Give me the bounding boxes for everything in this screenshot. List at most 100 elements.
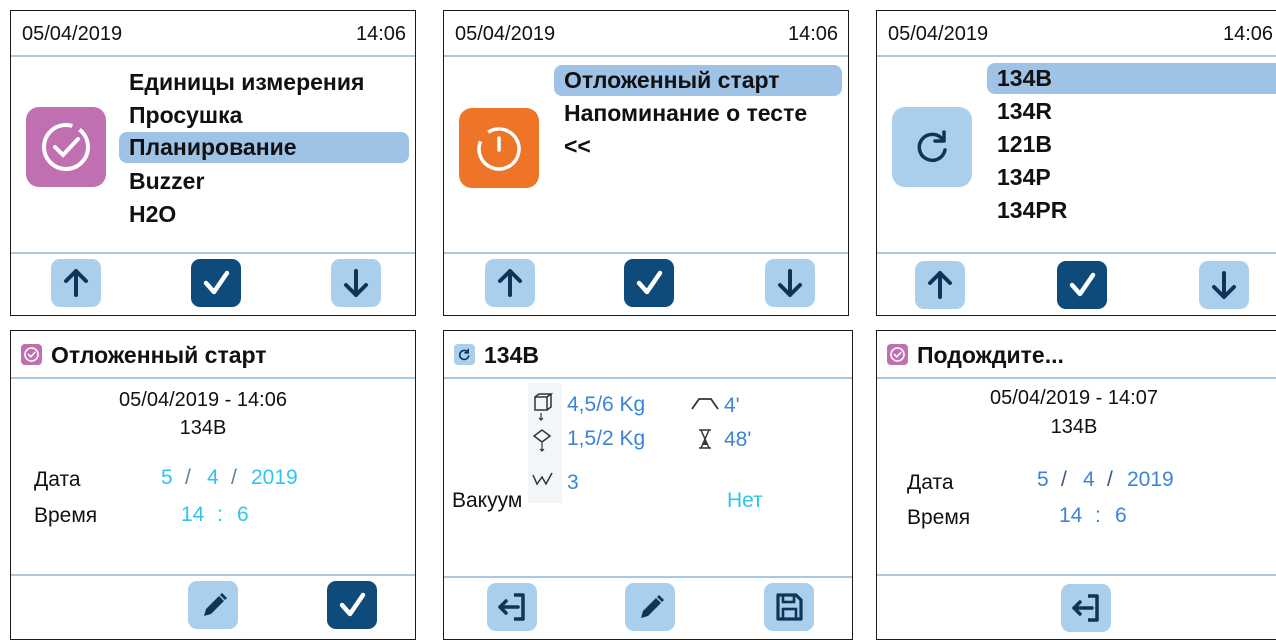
date-separator: / (185, 466, 191, 489)
footer-divider (444, 252, 848, 254)
status-bar: 05/04/2019 14:06 (877, 11, 1276, 57)
load-solid-value: 4,5/6 Kg (567, 393, 646, 416)
arrow-down-icon (1212, 271, 1236, 299)
menu-item-back[interactable]: << (554, 131, 591, 162)
time-label: Время (34, 504, 98, 527)
date-day: 5 (1037, 468, 1049, 491)
pencil-icon (204, 593, 227, 616)
date-day[interactable]: 5 (161, 466, 173, 490)
program-item-134r[interactable]: 134R (987, 96, 1052, 127)
planning-menu: Отложенный старт Напоминание о тесте << (554, 65, 846, 175)
time-separator: : (1095, 504, 1101, 527)
date-year[interactable]: 2019 (251, 466, 298, 490)
title-bar: Отложенный старт (11, 331, 415, 379)
status-time: 14:06 (356, 23, 407, 45)
confirm-button[interactable] (1057, 261, 1107, 309)
page-title: Подождите... (917, 342, 1064, 368)
up-button[interactable] (915, 261, 965, 309)
pencil-icon (641, 595, 664, 618)
back-button[interactable] (487, 583, 537, 631)
program-item-134b[interactable]: 134B (987, 63, 1276, 94)
footer-divider (877, 252, 1276, 254)
settings-menu: Единицы измерения Просушка Планирование … (119, 67, 411, 237)
program-item-134pr[interactable]: 134PR (987, 195, 1067, 226)
arrow-up-icon (928, 271, 952, 299)
arrow-down-icon (778, 269, 802, 297)
menu-item-h2o[interactable]: H2O (119, 199, 176, 230)
confirm-button[interactable] (624, 259, 674, 307)
status-date: 05/04/2019 (22, 23, 123, 45)
arrow-up-icon (498, 269, 522, 297)
back-icon (498, 593, 525, 621)
date-month[interactable]: 4 (207, 466, 219, 490)
check-icon (636, 270, 663, 295)
down-button[interactable] (331, 259, 381, 307)
status-time: 14:06 (1223, 23, 1274, 45)
load-porous-value: 1,5/2 Kg (567, 427, 646, 450)
hourglass-icon (699, 429, 711, 449)
menu-item-test-reminder[interactable]: Напоминание о тесте (554, 98, 807, 129)
program-item-134p[interactable]: 134P (987, 162, 1051, 193)
down-button[interactable] (765, 259, 815, 307)
up-button[interactable] (485, 259, 535, 307)
plateau-icon (691, 398, 719, 410)
screen-please-wait: Подождите... 05/04/2019 - 14:07 134B Дат… (876, 330, 1276, 640)
sterilization-time-value: 4' (724, 394, 740, 417)
date-separator: / (1107, 468, 1113, 491)
status-bar: 05/04/2019 14:06 (444, 11, 848, 57)
menu-item-delayed-start[interactable]: Отложенный старт (554, 65, 842, 96)
screen-delayed-start: Отложенный старт 05/04/2019 - 14:06 134B… (10, 330, 416, 640)
pulse-icon (532, 472, 553, 486)
edit-button[interactable] (188, 581, 238, 629)
page-title: 134B (484, 342, 539, 368)
screen-program-details: 134B 4,5/6 Kg 1,5/2 Kg 3 4' 48' Вакуум Н… (443, 330, 853, 640)
time-label: Время (907, 506, 971, 529)
arrow-up-icon (64, 269, 88, 297)
footer-divider (444, 576, 852, 578)
status-bar: 05/04/2019 14:06 (11, 11, 415, 57)
footer-divider (877, 574, 1276, 576)
confirm-button[interactable] (191, 259, 241, 307)
check-icon (1069, 272, 1096, 297)
page-title: Отложенный старт (51, 342, 267, 368)
time-separator: : (217, 503, 223, 526)
weight-box-icon (534, 393, 554, 421)
vacuum-label: Вакуум (452, 489, 523, 512)
refresh-icon (892, 107, 972, 187)
menu-item-units[interactable]: Единицы измерения (119, 67, 409, 98)
program-item-121b[interactable]: 121B (987, 129, 1052, 160)
current-datetime: 05/04/2019 - 14:06 (119, 389, 287, 411)
time-minute[interactable]: 6 (237, 503, 249, 527)
program-list: 134B 134R 121B 134P 134PR (987, 63, 1276, 238)
power-icon (459, 108, 539, 188)
vacuum-pulses-value: 3 (567, 471, 579, 494)
menu-item-buzzer[interactable]: Buzzer (119, 166, 204, 197)
menu-item-planning[interactable]: Планирование (119, 132, 409, 163)
status-time: 14:06 (788, 23, 839, 45)
status-date: 05/04/2019 (888, 23, 989, 45)
date-label: Дата (907, 471, 954, 494)
vacuum-value[interactable]: Нет (727, 489, 763, 513)
screen-settings-menu: 05/04/2019 14:06 Единицы измерения Просу… (10, 10, 416, 316)
menu-item-drying[interactable]: Просушка (119, 100, 242, 131)
weight-textile-icon (532, 429, 552, 452)
down-button[interactable] (1199, 261, 1249, 309)
status-date: 05/04/2019 (455, 23, 556, 45)
edit-button[interactable] (625, 583, 675, 631)
total-time-value: 48' (724, 428, 752, 451)
program-name: 134B (1050, 416, 1098, 438)
time-hour: 14 (1059, 504, 1083, 527)
clock-check-icon (887, 344, 908, 365)
save-icon (776, 593, 803, 621)
date-separator: / (231, 466, 237, 489)
save-button[interactable] (764, 583, 814, 631)
up-button[interactable] (51, 259, 101, 307)
arrow-down-icon (344, 269, 368, 297)
clock-check-icon (26, 107, 106, 187)
time-hour[interactable]: 14 (181, 503, 204, 527)
back-button[interactable] (1061, 584, 1111, 632)
check-icon (339, 592, 366, 617)
current-datetime: 05/04/2019 - 14:07 (990, 387, 1158, 409)
refresh-icon (454, 344, 475, 365)
confirm-button[interactable] (327, 581, 377, 629)
